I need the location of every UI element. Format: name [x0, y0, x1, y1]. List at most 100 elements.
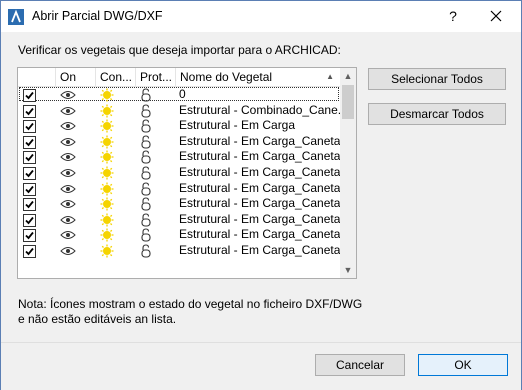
list-row[interactable]: Estrutural - Em Carga_Caneta... — [18, 134, 350, 150]
sun-icon — [100, 135, 114, 149]
checkmark-icon — [25, 123, 34, 131]
layer-checkbox[interactable] — [23, 229, 36, 243]
help-button[interactable]: ? — [439, 5, 467, 27]
unlock-icon — [141, 119, 151, 133]
list-row[interactable]: Estrutural - Em Carga_Caneta... — [18, 196, 350, 212]
sun-icon — [100, 197, 114, 211]
layer-name: Estrutural - Combinado_Cane... — [179, 102, 348, 117]
column-header-name[interactable]: Nome do Vegetal ▲ — [176, 68, 340, 86]
unlock-icon — [141, 197, 151, 211]
layer-checkbox[interactable] — [23, 198, 36, 212]
layer-list[interactable]: On Con... Prot... Nome do Vegetal ▲ 0 Est… — [17, 67, 357, 279]
eye-icon — [60, 168, 76, 177]
list-row[interactable]: Estrutural - Em Carga_Caneta... — [18, 181, 350, 197]
list-row[interactable]: Estrutural - Em Carga — [18, 118, 340, 134]
layer-name: Estrutural - Em Carga — [179, 118, 296, 133]
list-row[interactable]: Estrutural - Combinado_Cane... — [18, 103, 348, 119]
archicad-app-icon — [8, 9, 24, 25]
checkmark-icon — [25, 169, 34, 178]
layer-checkbox[interactable] — [23, 166, 36, 180]
sun-icon — [100, 88, 114, 102]
unlock-icon — [141, 135, 151, 149]
window-title: Abrir Parcial DWG/DXF — [32, 9, 163, 23]
checkmark-icon — [25, 232, 34, 240]
scroll-thumb[interactable] — [342, 85, 354, 119]
layer-checkbox[interactable] — [23, 151, 36, 165]
eye-icon — [60, 137, 76, 146]
eye-icon — [60, 106, 76, 115]
unlock-icon — [141, 150, 151, 164]
layer-name: Estrutural - Em Carga_Caneta... — [179, 196, 351, 211]
list-row[interactable]: Estrutural - Em Carga_Caneta... — [18, 212, 350, 228]
unlock-icon — [141, 182, 151, 196]
list-row[interactable]: 0 — [18, 87, 340, 103]
list-header: On Con... Prot... Nome do Vegetal ▲ — [18, 68, 340, 87]
list-row[interactable]: Estrutural - Em Carga_Caneta... — [18, 243, 350, 259]
layer-name: Estrutural - Em Carga_Caneta... — [179, 242, 351, 257]
unlock-icon — [141, 104, 151, 118]
column-header-con[interactable]: Con... — [96, 68, 136, 86]
eye-icon — [60, 231, 76, 240]
sun-icon — [100, 244, 114, 258]
column-header-check[interactable] — [18, 68, 56, 86]
unlock-icon — [141, 244, 151, 258]
scroll-up-icon[interactable]: ▲ — [340, 68, 356, 84]
eye-icon — [60, 122, 76, 131]
column-header-prot[interactable]: Prot... — [136, 68, 176, 86]
ok-button[interactable]: OK — [418, 354, 508, 376]
eye-icon — [60, 184, 76, 193]
layer-checkbox[interactable] — [23, 244, 36, 258]
unlock-icon — [141, 228, 151, 242]
eye-icon — [60, 91, 76, 99]
title-bar: Abrir Parcial DWG/DXF ? — [1, 1, 521, 32]
layer-name: Estrutural - Em Carga_Caneta... — [179, 164, 351, 179]
layer-checkbox[interactable] — [23, 135, 36, 149]
unlock-icon — [141, 213, 151, 227]
list-rows: 0 Estrutural - Combinado_Cane... Estrutura… — [18, 87, 350, 259]
close-icon — [490, 10, 502, 22]
sun-icon — [100, 150, 114, 164]
instructions-text: Verificar os vegetais que deseja importa… — [18, 43, 341, 57]
layer-checkbox[interactable] — [23, 120, 36, 134]
checkmark-icon — [25, 138, 34, 147]
layer-name: Estrutural - Em Carga_Caneta... — [179, 180, 351, 195]
sun-icon — [100, 104, 114, 118]
close-button[interactable] — [479, 5, 513, 27]
unlock-icon — [141, 166, 151, 180]
list-row[interactable]: Estrutural - Em Carga_Caneta... — [18, 149, 350, 165]
checkmark-icon — [25, 201, 34, 209]
sun-icon — [100, 213, 114, 227]
eye-icon — [60, 215, 76, 224]
eye-icon — [60, 153, 76, 162]
eye-icon — [60, 200, 76, 209]
column-header-on[interactable]: On — [56, 68, 96, 86]
list-row[interactable]: Estrutural - Em Carga_Caneta... — [18, 165, 350, 181]
sun-icon — [100, 119, 114, 133]
note-text: Nota: Ícones mostram o estado do vegetal… — [18, 297, 363, 326]
checkmark-icon — [25, 185, 34, 193]
unlock-icon — [141, 88, 151, 102]
layer-checkbox[interactable] — [23, 182, 36, 196]
list-row[interactable]: Estrutural - Em Carga_Caneta... — [18, 227, 350, 243]
dialog-window: Abrir Parcial DWG/DXF ? Verificar os veg… — [0, 0, 522, 390]
checkmark-icon — [25, 154, 34, 162]
cancel-button[interactable]: Cancelar — [315, 354, 405, 376]
vertical-scrollbar[interactable]: ▲ ▼ — [340, 68, 356, 278]
layer-checkbox[interactable] — [23, 89, 36, 102]
layer-checkbox[interactable] — [23, 213, 36, 227]
checkmark-icon — [25, 107, 34, 115]
checkmark-icon — [25, 91, 34, 100]
scroll-down-icon[interactable]: ▼ — [340, 262, 356, 278]
sun-icon — [100, 166, 114, 180]
sun-icon — [100, 182, 114, 196]
deselect-all-button[interactable]: Desmarcar Todos — [368, 103, 506, 125]
eye-icon — [60, 246, 76, 255]
layer-checkbox[interactable] — [23, 104, 36, 118]
checkmark-icon — [25, 247, 34, 256]
layer-name: Estrutural - Em Carga_Caneta... — [179, 227, 351, 242]
select-all-button[interactable]: Selecionar Todos — [368, 68, 506, 90]
layer-name: 0 — [179, 87, 186, 101]
layer-name: Estrutural - Em Carga_Caneta... — [179, 211, 351, 226]
checkmark-icon — [25, 216, 34, 225]
layer-name: Estrutural - Em Carga_Caneta... — [179, 133, 351, 148]
